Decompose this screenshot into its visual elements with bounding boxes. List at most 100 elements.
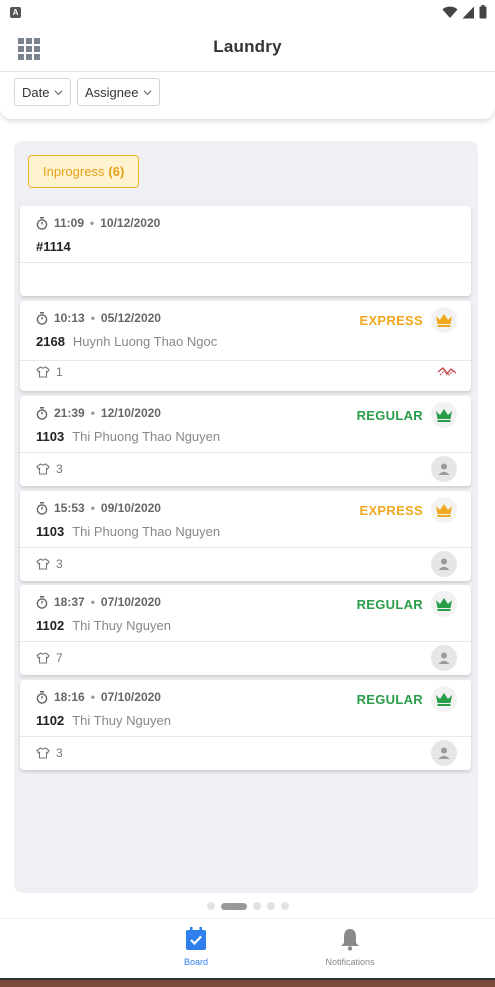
- crown-icon: [431, 591, 457, 617]
- card-date: 07/10/2020: [100, 690, 161, 704]
- crown-icon: [431, 497, 457, 523]
- system-bottom-strip: [0, 978, 495, 987]
- card-time: 18:16: [54, 690, 85, 704]
- card-time: 21:39: [54, 406, 85, 420]
- nav-notifications-label: Notifications: [325, 957, 375, 967]
- card-time: 18:37: [54, 595, 85, 609]
- separator-dot: •: [90, 216, 95, 230]
- nav-notifications[interactable]: Notifications: [290, 927, 410, 967]
- customer-name: Huynh Luong Thao Ngoc: [72, 334, 218, 349]
- filter-panel: Date Assignee: [0, 72, 495, 119]
- separator-dot: •: [90, 406, 95, 420]
- order-card[interactable]: 10:13 • 05/12/2020 2168 Huynh Luong Thao N…: [20, 301, 471, 391]
- separator-dot: •: [90, 501, 95, 515]
- card-divider: [20, 736, 471, 737]
- quantity-value: 3: [56, 557, 63, 571]
- shirt-icon: [36, 652, 50, 664]
- crown-icon: [431, 307, 457, 333]
- order-number: 1103: [36, 524, 65, 539]
- user-icon[interactable]: [431, 645, 457, 671]
- page-dot[interactable]: [280, 902, 289, 910]
- board-column: Inprogress (6) 11:09 • 10/12/2020 #1114 10…: [14, 141, 478, 893]
- garment-quantity: 3: [36, 462, 63, 476]
- stopwatch-icon: [36, 690, 48, 704]
- shirt-icon: [36, 747, 50, 759]
- card-time: 10:13: [54, 311, 85, 325]
- checkbox-icon: [186, 927, 206, 950]
- separator-dot: •: [90, 595, 95, 609]
- service-type-label: EXPRESS: [359, 502, 423, 518]
- bottom-nav: Board Notifications: [0, 918, 495, 978]
- user-icon[interactable]: [431, 456, 457, 482]
- page-indicator[interactable]: [0, 902, 495, 910]
- quantity-value: 1: [56, 365, 63, 379]
- card-time: 11:09: [54, 216, 85, 230]
- card-divider: [20, 262, 471, 263]
- garment-quantity: 3: [36, 746, 63, 760]
- date-filter-dropdown[interactable]: Date: [14, 78, 72, 106]
- service-type-label: EXPRESS: [359, 312, 423, 328]
- shirt-icon: [36, 366, 50, 378]
- page-dot-active[interactable]: [220, 902, 247, 910]
- column-status-tag[interactable]: Inprogress (6): [28, 155, 140, 188]
- page-dot[interactable]: [266, 902, 275, 910]
- separator-dot: •: [90, 690, 95, 704]
- order-number: 1102: [36, 713, 65, 728]
- card-divider: [20, 360, 471, 361]
- garment-quantity: 7: [36, 651, 63, 665]
- order-card[interactable]: 18:37 • 07/10/2020 1102 Thi Thuy Nguyen RE…: [20, 585, 471, 675]
- shirt-icon: [36, 463, 50, 475]
- column-count: (6): [108, 164, 125, 179]
- customer-name: Thi Phuong Thao Nguyen: [72, 524, 221, 539]
- garment-quantity: 3: [36, 557, 63, 571]
- bell-icon: [341, 929, 359, 951]
- card-divider: [20, 641, 471, 642]
- assignee-filter-dropdown[interactable]: Assignee: [77, 78, 161, 106]
- status-bar: A: [0, 0, 495, 26]
- assignee-filter-label: Assignee: [85, 84, 139, 100]
- user-icon[interactable]: [431, 551, 457, 577]
- separator-dot: •: [90, 311, 95, 325]
- stopwatch-icon: [36, 501, 48, 515]
- chevron-down-icon: [144, 89, 152, 95]
- nav-board[interactable]: Board: [136, 927, 256, 967]
- order-number: 1103: [36, 429, 65, 444]
- order-card[interactable]: 21:39 • 12/10/2020 1103 Thi Phuong Thao Ng…: [20, 396, 471, 486]
- stopwatch-icon: [36, 216, 48, 230]
- customer-name: Thi Thuy Nguyen: [72, 713, 171, 728]
- column-name: Inprogress: [43, 164, 105, 179]
- card-date: 10/12/2020: [100, 216, 161, 230]
- quantity-value: 3: [56, 462, 63, 476]
- signal-icon: [462, 6, 474, 18]
- order-number: 2168: [36, 334, 65, 349]
- stopwatch-icon: [36, 406, 48, 420]
- customer-name: Thi Phuong Thao Nguyen: [72, 429, 221, 444]
- garment-quantity: 1: [36, 365, 63, 379]
- assignee-photo-icon: [437, 367, 457, 376]
- order-number: 1102: [36, 618, 65, 633]
- card-time: 15:53: [54, 501, 85, 515]
- page-dot[interactable]: [252, 902, 261, 910]
- chevron-down-icon: [54, 89, 63, 95]
- card-date: 12/10/2020: [100, 406, 161, 420]
- nav-board-label: Board: [183, 957, 209, 967]
- card-date: 07/10/2020: [100, 595, 161, 609]
- system-icons: [442, 5, 487, 19]
- order-card[interactable]: 18:16 • 07/10/2020 1102 Thi Thuy Nguyen RE…: [20, 680, 471, 770]
- quantity-value: 7: [56, 651, 63, 665]
- page-title: Laundry: [213, 37, 282, 56]
- order-card[interactable]: 11:09 • 10/12/2020 #1114: [20, 206, 471, 296]
- quantity-value: 3: [56, 746, 63, 760]
- card-divider: [20, 452, 471, 453]
- user-icon[interactable]: [431, 740, 457, 766]
- card-date: 09/10/2020: [100, 501, 161, 515]
- page-dot[interactable]: [206, 902, 215, 910]
- battery-icon: [479, 5, 487, 19]
- stopwatch-icon: [36, 311, 48, 325]
- app-header: Laundry: [0, 26, 495, 72]
- service-type-label: REGULAR: [356, 407, 423, 423]
- app-badge-icon: A: [10, 7, 21, 18]
- order-card[interactable]: 15:53 • 09/10/2020 1103 Thi Phuong Thao Ng…: [20, 491, 471, 581]
- wifi-icon: [442, 6, 458, 18]
- shirt-icon: [36, 558, 50, 570]
